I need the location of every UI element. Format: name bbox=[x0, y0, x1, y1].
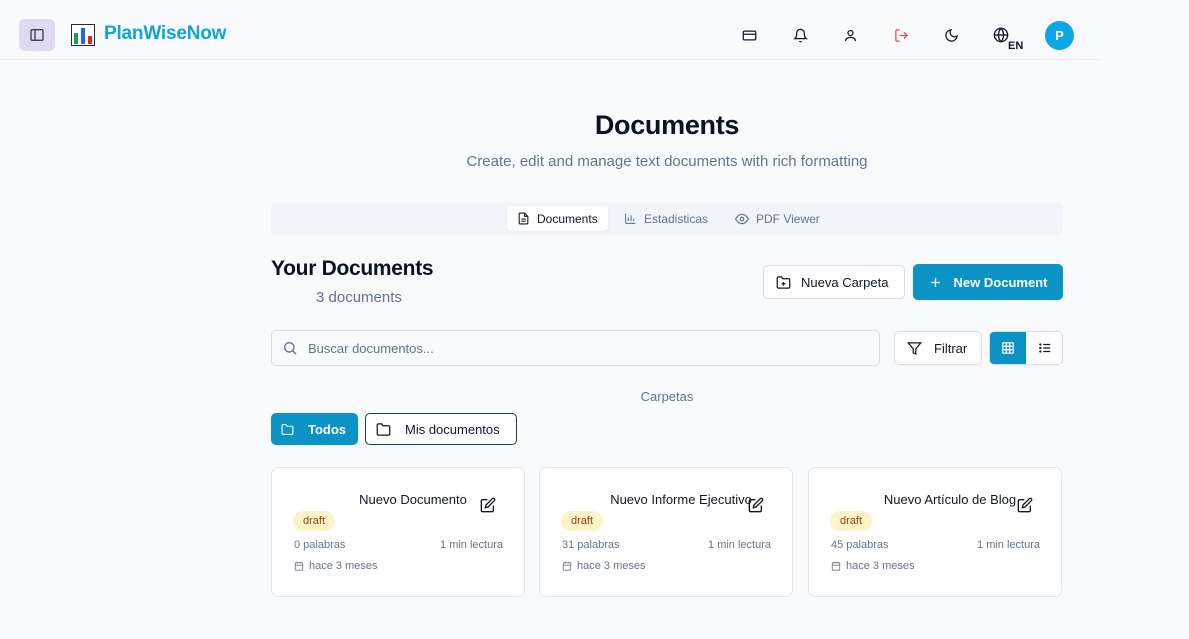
word-count: 0 palabras bbox=[294, 539, 346, 551]
calendar-icon bbox=[562, 561, 572, 571]
brand-name[interactable]: PlanWiseNow bbox=[104, 23, 226, 45]
calendar-icon bbox=[294, 561, 304, 571]
document-card[interactable]: Nuevo Artículo de Blog draft 45 palabras… bbox=[808, 467, 1062, 597]
grid-icon bbox=[1002, 342, 1014, 354]
page-title: Documents bbox=[594, 110, 740, 140]
chart-logo-icon bbox=[71, 24, 95, 46]
tab-label: Estadisticas bbox=[644, 211, 709, 226]
search-input[interactable] bbox=[308, 331, 868, 365]
bar-chart-icon bbox=[625, 213, 636, 224]
tab-pdf-viewer[interactable]: PDF Viewer bbox=[725, 206, 830, 231]
new-folder-label: Nueva Carpeta bbox=[801, 274, 889, 290]
credit-card-icon bbox=[742, 30, 756, 40]
status-badge: draft bbox=[830, 511, 873, 531]
language-code: EN bbox=[1008, 40, 1024, 52]
date-label: hace 3 meses bbox=[577, 560, 646, 572]
sidebar-toggle-button[interactable] bbox=[19, 19, 55, 51]
folder-chip-label: Mis documentos bbox=[405, 421, 500, 437]
document-date: hace 3 meses bbox=[562, 560, 645, 572]
logout-icon bbox=[894, 28, 908, 42]
new-folder-button[interactable]: Nueva Carpeta bbox=[763, 265, 905, 299]
logout-button[interactable] bbox=[890, 24, 912, 46]
top-header: PlanWiseNow EN P bbox=[0, 0, 1099, 60]
folder-plus-icon bbox=[776, 275, 791, 289]
tabs-bar: Documents Estadisticas PDF Viewer bbox=[271, 202, 1063, 235]
profile-button[interactable] bbox=[839, 24, 861, 46]
folder-icon bbox=[376, 422, 391, 436]
moon-icon bbox=[944, 28, 958, 42]
view-toggle bbox=[989, 331, 1063, 365]
document-date: hace 3 meses bbox=[831, 560, 914, 572]
status-badge: draft bbox=[293, 511, 336, 531]
list-view-button[interactable] bbox=[1027, 332, 1062, 364]
user-icon bbox=[844, 29, 856, 41]
document-card[interactable]: Nuevo Informe Ejecutivo draft 31 palabra… bbox=[539, 467, 793, 597]
filter-label: Filtrar bbox=[934, 340, 968, 356]
edit-icon[interactable] bbox=[1017, 497, 1033, 513]
avatar[interactable]: P bbox=[1045, 21, 1074, 50]
document-count: 3 documents bbox=[316, 289, 402, 306]
tab-documents[interactable]: Documents bbox=[507, 206, 608, 231]
tab-label: PDF Viewer bbox=[756, 211, 820, 226]
status-badge: draft bbox=[561, 511, 604, 531]
word-count: 31 palabras bbox=[562, 539, 620, 551]
bell-icon bbox=[792, 28, 808, 42]
folder-icon bbox=[281, 423, 294, 435]
plus-icon bbox=[930, 277, 940, 287]
filter-button[interactable]: Filtrar bbox=[894, 331, 982, 365]
list-icon bbox=[1039, 343, 1051, 353]
read-time: 1 min lectura bbox=[440, 539, 503, 551]
theme-toggle-button[interactable] bbox=[940, 24, 962, 46]
search-icon bbox=[284, 342, 297, 355]
filter-icon bbox=[907, 341, 922, 355]
page-subtitle: Create, edit and manage text documents w… bbox=[466, 153, 868, 170]
globe-icon bbox=[993, 27, 1009, 43]
date-label: hace 3 meses bbox=[846, 560, 915, 572]
edit-icon[interactable] bbox=[480, 497, 496, 513]
read-time: 1 min lectura bbox=[977, 539, 1040, 551]
read-time: 1 min lectura bbox=[708, 539, 771, 551]
sidebar-toggle-icon bbox=[30, 29, 44, 41]
tab-label: Documents bbox=[537, 211, 598, 226]
notifications-button[interactable] bbox=[789, 24, 811, 46]
eye-icon bbox=[735, 213, 749, 224]
calendar-icon bbox=[831, 561, 841, 571]
document-date: hace 3 meses bbox=[294, 560, 377, 572]
credit-card-button[interactable] bbox=[738, 24, 760, 46]
new-document-button[interactable]: New Document bbox=[913, 264, 1063, 300]
folders-heading: Carpetas bbox=[640, 389, 694, 404]
tab-estadisticas[interactable]: Estadisticas bbox=[614, 206, 718, 231]
edit-icon[interactable] bbox=[748, 497, 764, 513]
search-box bbox=[271, 330, 880, 366]
file-text-icon bbox=[518, 212, 529, 225]
section-title: Your Documents bbox=[271, 257, 434, 280]
folder-chip-label: Todos bbox=[307, 421, 346, 437]
date-label: hace 3 meses bbox=[309, 560, 378, 572]
folder-chip-todos[interactable]: Todos bbox=[271, 413, 358, 445]
folder-chip-mis-documentos[interactable]: Mis documentos bbox=[365, 413, 517, 445]
document-card[interactable]: Nuevo Documento draft 0 palabras 1 min l… bbox=[271, 467, 525, 597]
grid-view-button[interactable] bbox=[990, 332, 1026, 364]
word-count: 45 palabras bbox=[831, 539, 889, 551]
new-document-label: New Document bbox=[953, 274, 1048, 290]
